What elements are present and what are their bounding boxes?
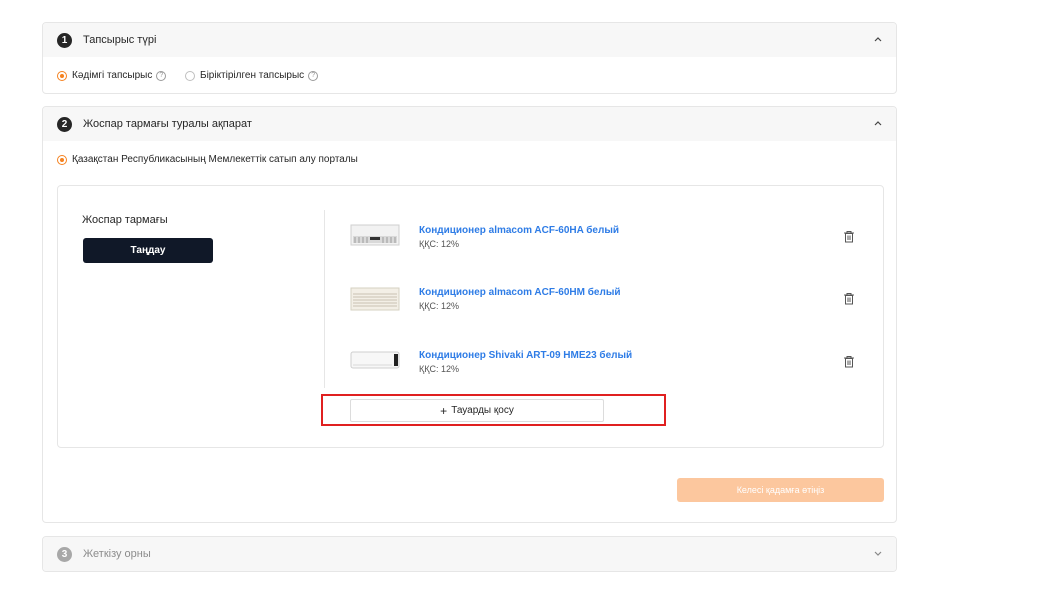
product-image	[350, 224, 400, 246]
combined-order-option[interactable]: Біріктірілген тапсырыс ?	[185, 70, 319, 81]
radio-combined-order[interactable]	[185, 70, 195, 81]
portal-option-label: Қазақстан Республикасының Мемлекеттік са…	[72, 154, 358, 165]
combined-order-label: Біріктірілген тапсырыс	[200, 70, 305, 81]
add-product-highlight: + Тауарды қосу	[321, 394, 666, 426]
divider	[324, 210, 325, 388]
next-step-button[interactable]: Келесі қадамға өтіңіз	[677, 478, 884, 502]
product-vat: ҚҚС: 12%	[419, 364, 459, 374]
portal-option[interactable]: Қазақстан Республикасының Мемлекеттік са…	[57, 154, 358, 165]
chevron-down-icon[interactable]	[872, 546, 884, 560]
add-product-label: Тауарды қосу	[451, 405, 514, 416]
order-type-section: 1 Тапсырыс түрі Кәдімгі тапсырыс ? Бірік…	[42, 22, 897, 94]
trash-icon[interactable]	[843, 355, 855, 368]
product-image	[350, 287, 400, 311]
order-type-header[interactable]: 1 Тапсырыс түрі	[43, 23, 896, 57]
plan-item-header[interactable]: 2 Жоспар тармағы туралы ақпарат	[43, 107, 896, 141]
plan-item-section: 2 Жоспар тармағы туралы ақпарат Қазақста…	[42, 106, 897, 523]
plan-item-title: Жоспар тармағы туралы ақпарат	[83, 118, 252, 130]
product-name-link[interactable]: Кондиционер Shivaki ART-09 HME23 белый	[419, 350, 632, 361]
product-item: Кондиционер Shivaki ART-09 HME23 белый Қ…	[350, 347, 855, 391]
step-number-2: 2	[57, 117, 72, 132]
plan-item-label: Жоспар тармағы	[82, 214, 168, 226]
regular-order-option[interactable]: Кәдімгі тапсырыс ?	[57, 70, 167, 81]
delivery-title: Жеткізу орны	[83, 548, 151, 560]
delivery-header[interactable]: 3 Жеткізу орны	[43, 537, 896, 571]
product-item: Кондиционер almacom ACF-60HA белый ҚҚС: …	[350, 222, 855, 266]
choose-button[interactable]: Таңдау	[83, 238, 213, 263]
question-icon[interactable]: ?	[308, 70, 319, 81]
product-name-link[interactable]: Кондиционер almacom ACF-60HA белый	[419, 225, 619, 236]
chevron-up-icon[interactable]	[872, 32, 884, 46]
step-number-1: 1	[57, 33, 72, 48]
order-type-title: Тапсырыс түрі	[83, 34, 157, 46]
chevron-up-icon[interactable]	[872, 116, 884, 130]
trash-icon[interactable]	[843, 292, 855, 305]
step-number-3: 3	[57, 547, 72, 562]
delivery-section: 3 Жеткізу орны	[42, 536, 897, 572]
product-image	[350, 351, 400, 369]
product-vat: ҚҚС: 12%	[419, 301, 459, 311]
question-icon[interactable]: ?	[156, 70, 167, 81]
radio-portal[interactable]	[57, 154, 67, 165]
add-product-button[interactable]: + Тауарды қосу	[350, 399, 604, 422]
product-vat: ҚҚС: 12%	[419, 239, 459, 249]
product-item: Кондиционер almacom ACF-60HM белый ҚҚС: …	[350, 284, 855, 328]
product-name-link[interactable]: Кондиционер almacom ACF-60HM белый	[419, 287, 621, 298]
regular-order-label: Кәдімгі тапсырыс	[72, 70, 153, 81]
trash-icon[interactable]	[843, 230, 855, 243]
radio-regular-order[interactable]	[57, 70, 67, 81]
plus-icon: +	[440, 403, 448, 418]
